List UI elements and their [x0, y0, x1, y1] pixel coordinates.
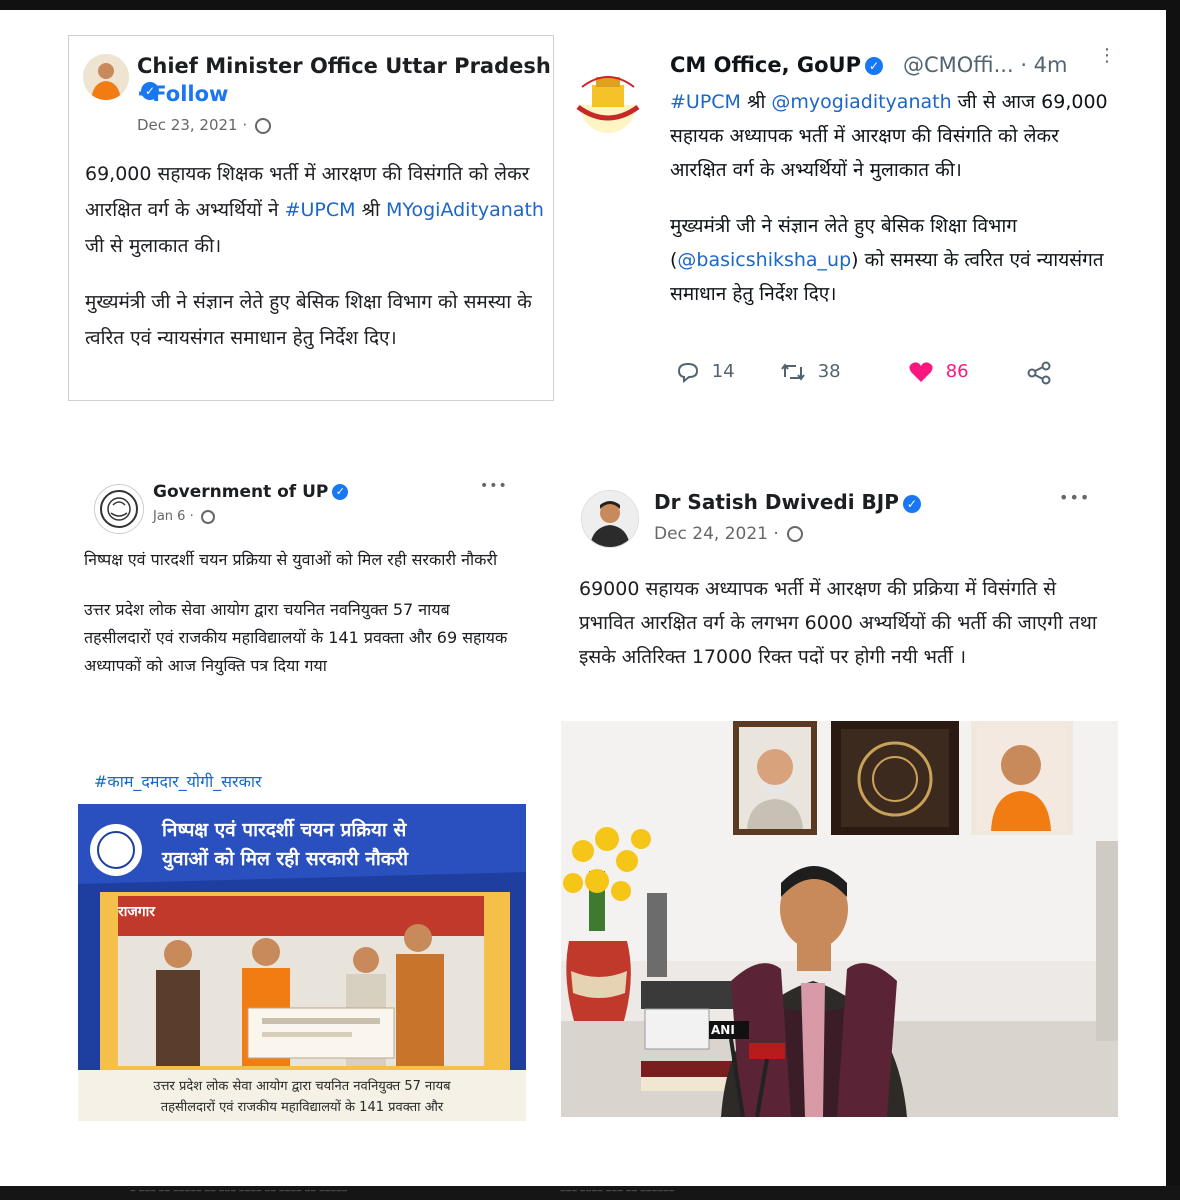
- bottom-cropped-text: ‒ ‒‒‒ ‒‒ ‒‒‒‒‒ ‒‒ ‒‒‒ ‒‒‒‒ ‒‒ ‒‒‒‒ ‒‒ ‒‒…: [130, 1188, 675, 1196]
- post-paragraph-1: 69,000 सहायक शिक्षक भर्ती में आरक्षण की …: [85, 156, 545, 264]
- verified-badge-icon: ✓: [332, 484, 349, 500]
- tweet-actions: 14 38 86: [676, 361, 1116, 391]
- share-button[interactable]: [1026, 361, 1052, 385]
- verified-badge-icon: ✓: [864, 57, 883, 75]
- banner-tag: राजगार: [118, 904, 155, 920]
- page-name[interactable]: Dr Satish Dwivedi BJP ✓: [654, 490, 921, 514]
- account-name-text[interactable]: CM Office, GoUP: [670, 53, 861, 77]
- avatar[interactable]: [572, 63, 644, 135]
- post-paragraph-2: उत्तर प्रदेश लोक सेवा आयोग द्वारा चयनित …: [84, 600, 508, 675]
- post-date[interactable]: Jan 6 ·: [153, 509, 215, 524]
- reply-count: 14: [711, 361, 735, 382]
- post-text: जी से मुलाकात की।: [85, 235, 222, 257]
- tweet-paragraph-2: मुख्यमंत्री जी ने संज्ञान लेते हुए बेसिक…: [670, 209, 1115, 311]
- globe-icon: [787, 526, 804, 542]
- photo-graphic: [561, 721, 1118, 1117]
- post-paragraph-1: निष्पक्ष एवं पारदर्शी चयन प्रक्रिया से य…: [84, 550, 498, 569]
- post-paragraph-2: मुख्यमंत्री जी ने संज्ञान लेते हुए बेसिक…: [85, 291, 532, 349]
- post-body: 69000 सहायक अध्यापक भर्ती में आरक्षण की …: [579, 578, 1097, 668]
- facebook-post-satish: Dr Satish Dwivedi BJP ✓ Dec 24, 2021 · ••…: [561, 478, 1118, 1123]
- banner-title-line-1: निष्पक्ष एवं पारदर्शी चयन प्रक्रिया से: [162, 819, 407, 841]
- more-icon[interactable]: ⋮: [1098, 45, 1116, 66]
- share-icon: [1027, 361, 1051, 385]
- post-date[interactable]: Dec 23, 2021 ·: [137, 116, 271, 134]
- page-name-text[interactable]: Government of UP: [153, 482, 328, 502]
- facebook-post-govup: Government of UP ✓ Jan 6 · ••• निष्पक्ष ए…: [78, 478, 526, 1123]
- page-name[interactable]: Government of UP ✓: [153, 482, 349, 502]
- hashtag-link[interactable]: #UPCM: [670, 91, 741, 113]
- hashtag-link[interactable]: #UPCM: [285, 199, 356, 221]
- banner-caption-line-2: तहसीलदारों एवं राजकीय महाविद्यालयों के 1…: [160, 1100, 444, 1115]
- avatar[interactable]: [94, 484, 144, 534]
- mic-label: ANI: [711, 1023, 735, 1037]
- mention-link[interactable]: @basicshiksha_up: [677, 249, 851, 271]
- page-name-text[interactable]: Dr Satish Dwivedi BJP: [654, 490, 899, 514]
- post-date-text[interactable]: Jan 6 ·: [153, 509, 194, 524]
- tweet-paragraph-1: #UPCM श्री @myogiadityanath जी से आज 69,…: [670, 85, 1115, 187]
- post-body: निष्पक्ष एवं पारदर्शी चयन प्रक्रिया से य…: [84, 546, 514, 702]
- page-name-text[interactable]: Chief Minister Office Uttar Pradesh: [137, 54, 551, 78]
- image-top-edge: [0, 0, 1180, 10]
- follow-button[interactable]: · Follow: [137, 82, 228, 106]
- facebook-post-cmo: Chief Minister Office Uttar Pradesh✓ · F…: [68, 35, 554, 401]
- banner-caption: उत्तर प्रदेश लोक सेवा आयोग द्वारा चयनित …: [88, 1076, 516, 1118]
- reply-icon: [677, 362, 699, 384]
- banner-title: निष्पक्ष एवं पारदर्शी चयन प्रक्रिया से य…: [162, 816, 522, 874]
- verified-badge-icon: ✓: [902, 494, 921, 513]
- mention-link[interactable]: @myogiadityanath: [771, 91, 951, 113]
- post-body: 69,000 सहायक शिक्षक भर्ती में आरक्षण की …: [85, 156, 545, 376]
- avatar[interactable]: [581, 490, 639, 548]
- mention-link[interactable]: MYogiAdityanath: [386, 199, 544, 221]
- like-button[interactable]: 86: [908, 361, 969, 383]
- post-image-banner[interactable]: निष्पक्ष एवं पारदर्शी चयन प्रक्रिया से य…: [78, 804, 526, 1121]
- image-right-edge: [1166, 0, 1180, 1200]
- retweet-button[interactable]: 38: [780, 361, 841, 383]
- post-photo[interactable]: ANI: [561, 721, 1118, 1117]
- hashtag-link[interactable]: #काम_दमदार_योगी_सरकार: [94, 770, 262, 792]
- post-date-text[interactable]: Dec 24, 2021 ·: [654, 524, 779, 544]
- avatar[interactable]: [83, 54, 129, 100]
- more-options-icon[interactable]: •••: [1059, 488, 1090, 507]
- heart-icon: [909, 362, 933, 382]
- globe-icon: [254, 117, 271, 134]
- reply-button[interactable]: 14: [676, 361, 735, 384]
- account-name[interactable]: CM Office, GoUP ✓: [670, 53, 883, 77]
- account-handle[interactable]: @CMOffi... · 4m: [903, 53, 1067, 77]
- more-options-icon[interactable]: •••: [480, 478, 508, 494]
- retweet-icon: [781, 363, 805, 381]
- globe-icon: [200, 509, 215, 524]
- like-count: 86: [945, 361, 969, 382]
- retweet-count: 38: [817, 361, 841, 382]
- tweet-body: #UPCM श्री @myogiadityanath जी से आज 69,…: [670, 85, 1115, 333]
- tweet-text: श्री: [740, 91, 772, 113]
- post-date[interactable]: Dec 24, 2021 ·: [654, 524, 804, 544]
- post-date-text[interactable]: Dec 23, 2021 ·: [137, 116, 247, 134]
- banner-title-line-2: युवाओं को मिल रही सरकारी नौकरी: [162, 848, 409, 870]
- tweet-cmo: CM Office, GoUP ✓ @CMOffi... · 4m ⋮ #UPCM…: [558, 35, 1118, 405]
- post-text: श्री: [355, 199, 387, 221]
- banner-caption-line-1: उत्तर प्रदेश लोक सेवा आयोग द्वारा चयनित …: [153, 1079, 451, 1094]
